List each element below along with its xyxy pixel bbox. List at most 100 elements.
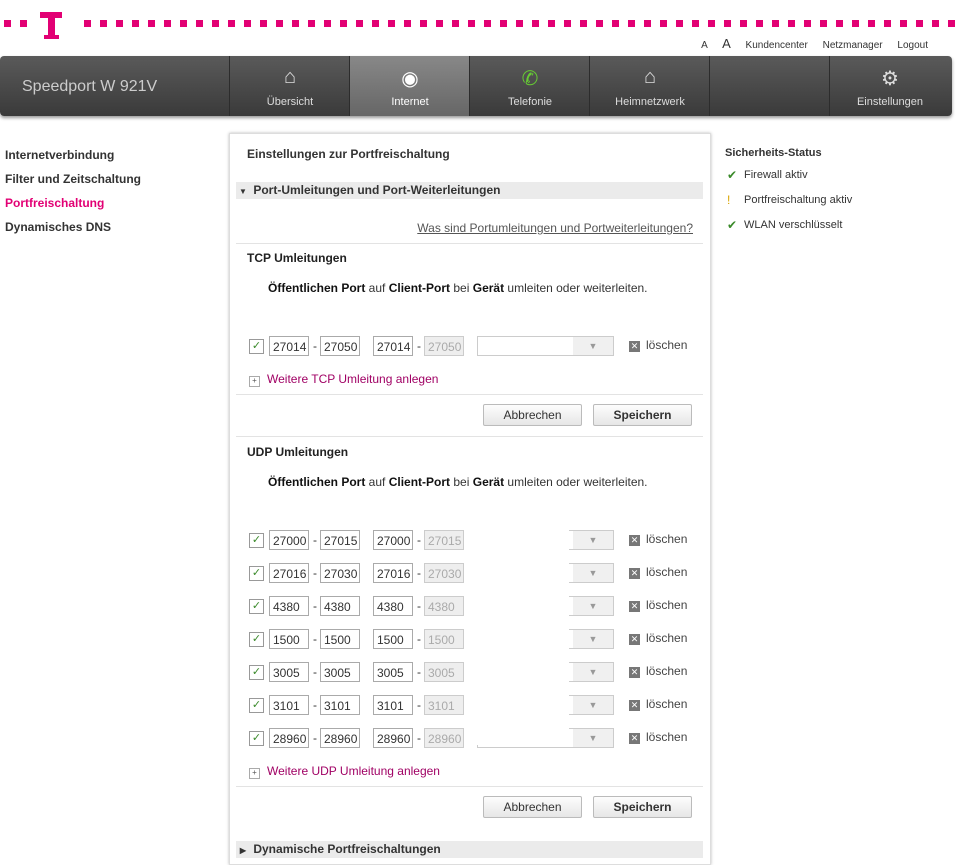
chevron-down-icon: ▼	[573, 531, 613, 549]
add-tcp-link[interactable]: + Weitere TCP Umleitung anlegen	[249, 372, 438, 387]
public-port-from-input[interactable]: 1500	[269, 629, 309, 649]
help-link[interactable]: Was sind Portumleitungen und Portweiterl…	[417, 221, 693, 235]
public-port-from-input[interactable]: 27000	[269, 530, 309, 550]
delete-button[interactable]: ✕ löschen	[629, 598, 687, 612]
range-dash: -	[313, 665, 317, 679]
delete-label: löschen	[646, 532, 688, 546]
delete-button[interactable]: ✕ löschen	[629, 697, 687, 711]
public-port-to-input[interactable]: 27050	[320, 336, 360, 356]
client-port-from-input[interactable]: 1500	[373, 629, 413, 649]
sidebar: Internetverbindung Filter und Zeitschalt…	[5, 148, 141, 244]
enable-checkbox[interactable]: ✓	[249, 533, 264, 548]
tab-label: Internet	[391, 96, 429, 108]
enable-checkbox[interactable]: ✓	[249, 665, 264, 680]
enable-checkbox[interactable]: ✓	[249, 632, 264, 647]
tab-telefonie[interactable]: ✆ Telefonie	[469, 56, 590, 116]
delete-button[interactable]: ✕ löschen	[629, 565, 687, 579]
delete-label: löschen	[646, 697, 688, 711]
sidebar-item-dns[interactable]: Dynamisches DNS	[5, 220, 141, 244]
font-small-link[interactable]: A	[701, 40, 707, 51]
kundencenter-link[interactable]: Kundencenter	[746, 40, 808, 51]
client-port-to-input: 3005	[424, 662, 464, 682]
tab-internet[interactable]: ◉ Internet	[349, 56, 470, 116]
tcp-cancel-button[interactable]: Abbrechen	[483, 404, 582, 426]
client-port-from-input[interactable]: 4380	[373, 596, 413, 616]
public-port-to-input[interactable]: 1500	[320, 629, 360, 649]
enable-checkbox[interactable]: ✓	[249, 731, 264, 746]
globe-icon: ◉	[401, 68, 419, 90]
public-port-from-input[interactable]: 3101	[269, 695, 309, 715]
range-dash: -	[313, 599, 317, 613]
client-port-from-input[interactable]: 27014	[373, 336, 413, 356]
public-port-from-input[interactable]: 4380	[269, 596, 309, 616]
close-icon: ✕	[629, 341, 640, 352]
client-port-to-input: 27030	[424, 563, 464, 583]
enable-checkbox[interactable]: ✓	[249, 566, 264, 581]
add-udp-link[interactable]: + Weitere UDP Umleitung anlegen	[249, 764, 440, 779]
brand-dot	[340, 20, 347, 27]
desc-part: Gerät	[472, 281, 505, 295]
delete-button[interactable]: ✕ löschen	[629, 532, 687, 546]
logout-link[interactable]: Logout	[897, 40, 928, 51]
delete-button[interactable]: ✕ löschen	[629, 631, 687, 645]
close-icon: ✕	[629, 601, 640, 612]
device-select[interactable]: ▼	[477, 336, 614, 356]
public-port-from-input[interactable]: 27016	[269, 563, 309, 583]
section-port-umleitungen[interactable]: ▼ Port-Umleitungen und Port-Weiterleitun…	[236, 182, 703, 199]
brand-dot	[708, 20, 715, 27]
brand-dot	[532, 20, 539, 27]
tab-heimnetzwerk[interactable]: ⌂ Heimnetzwerk	[589, 56, 710, 116]
public-port-from-input[interactable]: 27014	[269, 336, 309, 356]
sidebar-item-portfreischaltung[interactable]: Portfreischaltung	[5, 196, 141, 220]
public-port-to-input[interactable]: 3005	[320, 662, 360, 682]
brand-dot	[308, 20, 315, 27]
client-port-from-input[interactable]: 3101	[373, 695, 413, 715]
brand-dot-line	[0, 20, 964, 28]
tab-einstellungen[interactable]: ⚙ Einstellungen	[829, 56, 950, 116]
public-port-to-input[interactable]: 27030	[320, 563, 360, 583]
font-large-link[interactable]: A	[722, 36, 731, 51]
sidebar-item-filter[interactable]: Filter und Zeitschaltung	[5, 172, 141, 196]
delete-button[interactable]: ✕ löschen	[629, 730, 687, 744]
udp-cancel-button[interactable]: Abbrechen	[483, 796, 582, 818]
section-dynamische-portfreischaltungen[interactable]: ▶ Dynamische Portfreischaltungen	[236, 841, 703, 858]
enable-checkbox[interactable]: ✓	[249, 599, 264, 614]
brand-dot	[148, 20, 155, 27]
security-status: Sicherheits-Status ✔ Firewall aktiv ! Port…	[725, 147, 852, 244]
public-port-to-input[interactable]: 28960	[320, 728, 360, 748]
sidebar-item-internetverbindung[interactable]: Internetverbindung	[5, 148, 141, 172]
udp-save-button[interactable]: Speichern	[593, 796, 692, 818]
brand-dot	[692, 20, 699, 27]
desc-part: auf	[365, 281, 389, 295]
public-port-to-input[interactable]: 3101	[320, 695, 360, 715]
brand-dot	[484, 20, 491, 27]
delete-button[interactable]: ✕ löschen	[629, 664, 687, 678]
chevron-down-icon: ▼	[573, 630, 613, 648]
client-port-from-input[interactable]: 3005	[373, 662, 413, 682]
enable-checkbox[interactable]: ✓	[249, 339, 264, 354]
client-port-from-input[interactable]: 27016	[373, 563, 413, 583]
tab-uebersicht[interactable]: ⌂ Übersicht	[229, 56, 350, 116]
plus-icon: +	[249, 768, 260, 779]
client-port-from-input[interactable]: 27000	[373, 530, 413, 550]
brand-dot	[132, 20, 139, 27]
chevron-down-icon: ▼	[573, 564, 613, 582]
content-panel: Einstellungen zur Portfreischaltung ▼ Po…	[229, 133, 711, 865]
public-port-from-input[interactable]: 28960	[269, 728, 309, 748]
delete-label: löschen	[646, 565, 688, 579]
delete-button[interactable]: ✕ löschen	[629, 338, 687, 352]
desc-part: Öffentlichen Port	[268, 281, 366, 295]
public-port-to-input[interactable]: 4380	[320, 596, 360, 616]
public-port-to-input[interactable]: 27015	[320, 530, 360, 550]
udp-row: ✓ 4380-4380 4380-4380 ▼ ✕ löschen	[249, 596, 694, 618]
divider	[236, 243, 703, 244]
netzmanager-link[interactable]: Netzmanager	[823, 40, 883, 51]
brand-dot	[852, 20, 859, 27]
public-port-from-input[interactable]: 3005	[269, 662, 309, 682]
delete-label: löschen	[646, 730, 688, 744]
desc-part: bei	[450, 475, 473, 489]
enable-checkbox[interactable]: ✓	[249, 698, 264, 713]
client-port-from-input[interactable]: 28960	[373, 728, 413, 748]
close-icon: ✕	[629, 733, 640, 744]
tcp-save-button[interactable]: Speichern	[593, 404, 692, 426]
